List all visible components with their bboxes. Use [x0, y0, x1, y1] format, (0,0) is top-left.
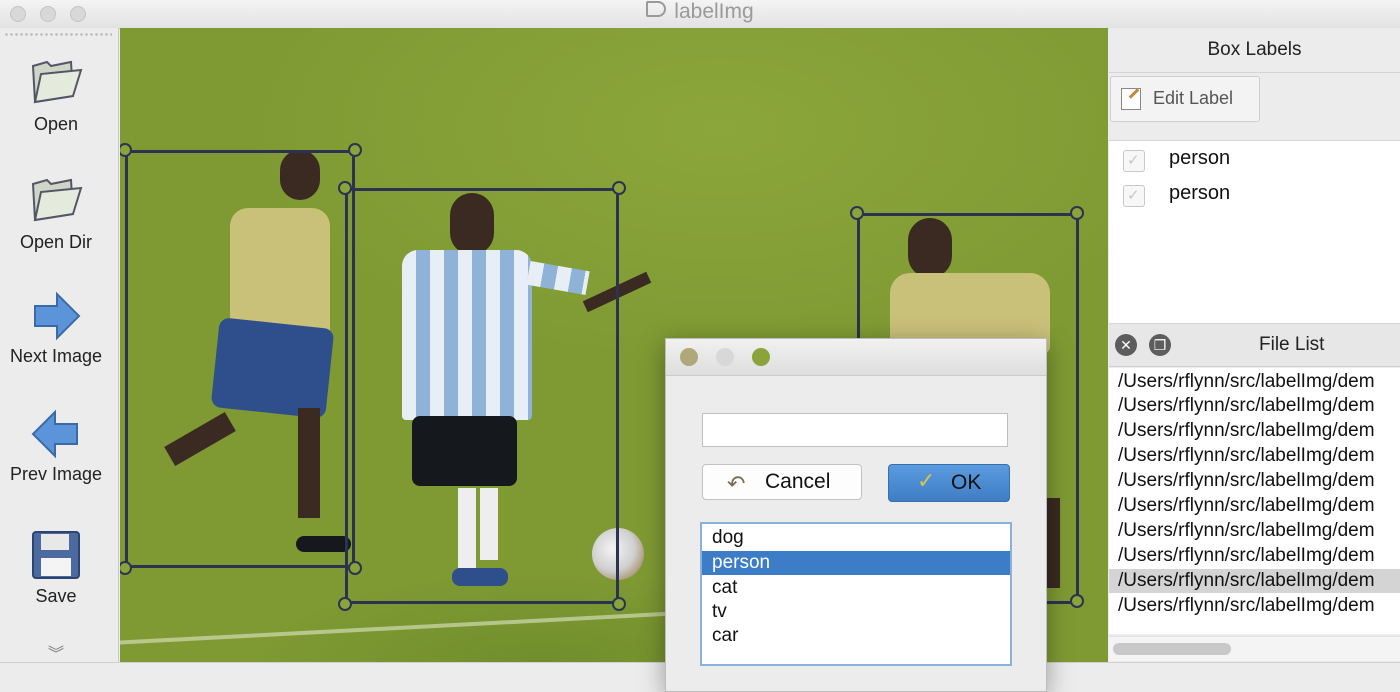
open-button[interactable]: Open [0, 52, 112, 135]
save-button-label: Save [35, 586, 77, 606]
edit-pencil-icon [1121, 88, 1141, 110]
bbox-handle[interactable] [612, 597, 626, 611]
arrow-left-icon [31, 409, 78, 459]
prev-image-button-label: Prev Image [9, 464, 103, 484]
label-options-list: dog person cat tv car [700, 522, 1012, 666]
box-label-text: person [1169, 147, 1231, 169]
dock-close-icon[interactable]: ✕ [1115, 334, 1137, 356]
prev-image-button[interactable]: Prev Image [0, 408, 112, 485]
dialog-close-button[interactable] [680, 348, 698, 366]
undo-arrow-icon: ↶ [727, 471, 746, 496]
next-image-button[interactable]: Next Image [0, 290, 112, 367]
label-option[interactable]: dog [702, 526, 1010, 550]
tag-icon [646, 1, 667, 17]
file-list-item[interactable]: /Users/rflynn/src/labelImg/dem [1109, 469, 1400, 493]
checkmark-icon: ✓ [917, 468, 936, 493]
file-list-item[interactable]: /Users/rflynn/src/labelImg/dem [1109, 519, 1400, 543]
label-option[interactable]: car [702, 624, 1010, 648]
bbox-handle[interactable] [850, 206, 864, 220]
bbox-handle[interactable] [1070, 206, 1084, 220]
label-checkbox[interactable] [1123, 185, 1145, 207]
label-input[interactable] [702, 413, 1008, 447]
ok-button-label: OK [951, 471, 982, 494]
label-dialog: ↶ Cancel ✓ OK dog person cat tv car [665, 338, 1047, 692]
box-label-item[interactable]: person [1109, 143, 1400, 177]
file-list-item[interactable]: /Users/rflynn/src/labelImg/dem [1109, 370, 1400, 394]
scrollbar-thumb[interactable] [1113, 643, 1231, 655]
file-list-item[interactable]: /Users/rflynn/src/labelImg/dem [1109, 394, 1400, 418]
edit-label-text: Edit Label [1153, 88, 1234, 108]
double-chevron-down-icon[interactable]: ︾ [48, 640, 64, 664]
bbox-handle[interactable] [338, 181, 352, 195]
folder-open-icon [31, 178, 83, 222]
left-toolbar: Open Open Dir Next Image Prev Image Save… [0, 28, 119, 664]
bounding-box[interactable] [345, 188, 619, 604]
file-list-title: File List [1259, 334, 1325, 355]
bounding-box[interactable] [125, 150, 355, 568]
player-figure [120, 28, 1060, 588]
file-list-item[interactable]: /Users/rflynn/src/labelImg/dem [1109, 594, 1400, 618]
dialog-title-bar [666, 339, 1046, 376]
open-dir-button[interactable]: Open Dir [0, 170, 112, 253]
file-list-item-selected[interactable]: /Users/rflynn/src/labelImg/dem [1109, 569, 1400, 593]
ok-button[interactable]: ✓ OK [888, 464, 1010, 502]
floppy-disk-icon [32, 531, 80, 579]
window-title: labelImg [0, 0, 1400, 24]
toolbar-grip[interactable] [4, 32, 112, 38]
label-option[interactable]: tv [702, 600, 1010, 624]
file-list-item[interactable]: /Users/rflynn/src/labelImg/dem [1109, 444, 1400, 468]
open-dir-button-label: Open Dir [19, 232, 93, 252]
box-label-item[interactable]: person [1109, 178, 1400, 212]
file-list: /Users/rflynn/src/labelImg/dem /Users/rf… [1109, 368, 1400, 634]
bbox-handle[interactable] [120, 561, 132, 575]
window-title-text: labelImg [674, 0, 754, 23]
cancel-button[interactable]: ↶ Cancel [702, 464, 862, 500]
save-button[interactable]: Save [0, 528, 112, 607]
arrow-right-icon [34, 291, 81, 341]
dialog-zoom-button[interactable] [752, 348, 770, 366]
bbox-handle[interactable] [348, 143, 362, 157]
file-list-item[interactable]: /Users/rflynn/src/labelImg/dem [1109, 494, 1400, 518]
label-option-selected[interactable]: person [702, 551, 1010, 575]
label-checkbox[interactable] [1123, 150, 1145, 172]
label-option[interactable]: cat [702, 576, 1010, 600]
box-labels-title: Box Labels [1207, 39, 1302, 60]
file-list-scrollbar[interactable] [1109, 636, 1400, 661]
dock-float-icon[interactable]: ❐ [1149, 334, 1171, 356]
box-label-text: person [1169, 182, 1231, 204]
open-button-label: Open [33, 114, 79, 134]
file-list-header: ✕ ❐ File List [1109, 324, 1400, 367]
next-image-button-label: Next Image [9, 346, 103, 366]
dialog-minimize-button[interactable] [716, 348, 734, 366]
bbox-handle[interactable] [338, 597, 352, 611]
cancel-button-label: Cancel [765, 470, 831, 493]
bbox-handle[interactable] [612, 181, 626, 195]
file-list-item[interactable]: /Users/rflynn/src/labelImg/dem [1109, 419, 1400, 443]
bbox-handle[interactable] [1070, 594, 1084, 608]
box-labels-header: Box Labels [1109, 28, 1400, 73]
edit-label-button[interactable]: Edit Label [1110, 76, 1260, 122]
folder-open-icon [31, 60, 83, 104]
title-bar: labelImg [0, 0, 1400, 29]
box-labels-list: person person [1109, 140, 1400, 324]
file-list-item[interactable]: /Users/rflynn/src/labelImg/dem [1109, 544, 1400, 568]
